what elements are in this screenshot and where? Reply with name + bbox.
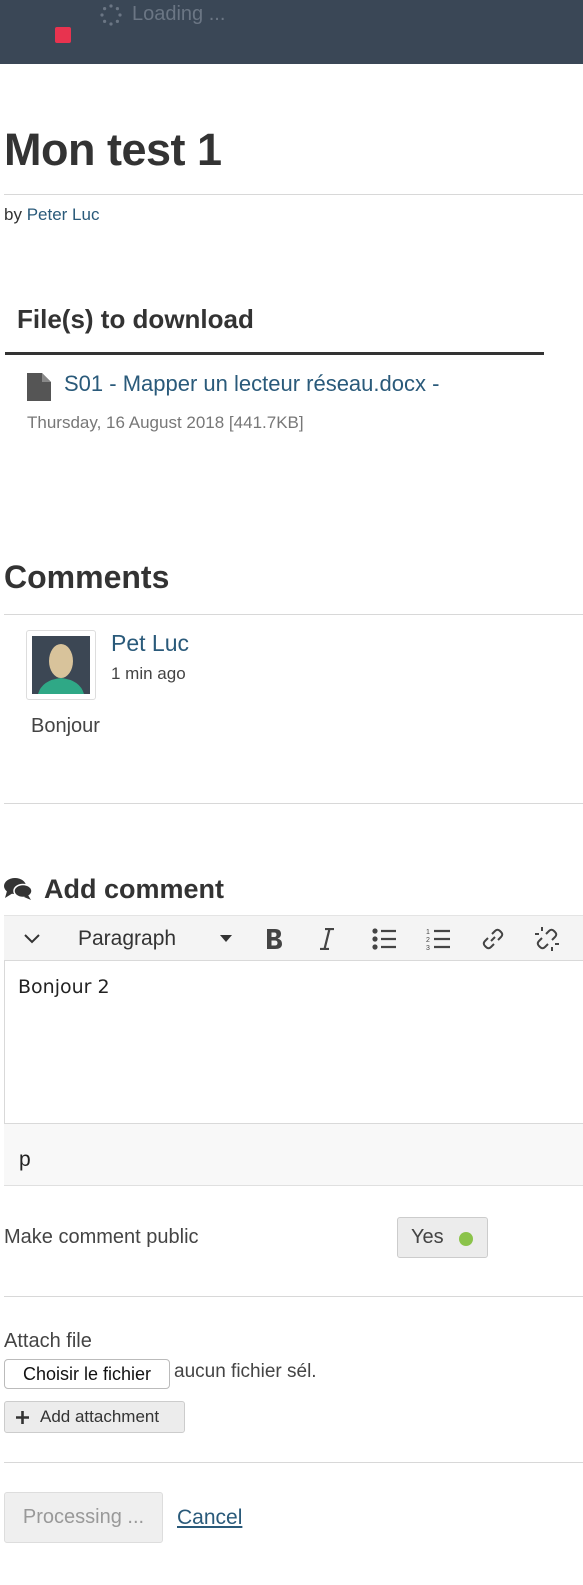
caret-down-icon <box>220 935 232 942</box>
choose-file-button[interactable]: Choisir le fichier <box>4 1359 170 1389</box>
add-attachment-label: Add attachment <box>40 1407 160 1426</box>
format-dropdown-label: Paragraph <box>78 926 177 950</box>
format-dropdown[interactable]: Paragraph <box>74 916 244 961</box>
svg-text:2: 2 <box>426 937 430 944</box>
spinner-icon <box>100 4 122 26</box>
bold-button[interactable] <box>256 916 292 961</box>
editor-toolbar: Paragraph 1 2 3 <box>4 915 583 960</box>
avatar-placeholder-icon <box>32 636 90 694</box>
cancel-link[interactable]: Cancel <box>177 1506 242 1530</box>
unlink-icon <box>535 926 559 951</box>
numbered-list-button[interactable]: 1 2 3 <box>420 916 456 961</box>
bold-icon <box>267 928 282 949</box>
top-bar: Loading ... <box>0 0 583 64</box>
public-comment-toggle[interactable]: Yes <box>397 1217 488 1258</box>
comment-time: 1 min ago <box>111 664 186 683</box>
file-icon <box>27 373 51 401</box>
public-divider <box>4 1296 583 1297</box>
loading-text: Loading ... <box>132 3 226 25</box>
bullet-list-icon <box>372 927 396 950</box>
italic-icon <box>320 927 334 950</box>
public-toggle-label: Yes <box>411 1226 444 1248</box>
comment-editor[interactable]: Bonjour 2 <box>4 960 583 1124</box>
file-meta: Thursday, 16 August 2018 [441.7KB] <box>27 413 304 432</box>
chevron-down-icon <box>24 933 40 943</box>
bullet-list-button[interactable] <box>366 916 402 961</box>
no-file-selected-text: aucun fichier sél. <box>174 1361 317 1382</box>
author-link[interactable]: Peter Luc <box>27 205 100 224</box>
add-comment-label: Add comment <box>44 873 225 904</box>
svg-text:1: 1 <box>426 929 430 936</box>
link-icon <box>482 928 504 949</box>
add-comment-title: Add comment <box>4 872 224 906</box>
italic-button[interactable] <box>309 916 345 961</box>
toolbar-collapse-button[interactable] <box>14 916 50 961</box>
byline-prefix: by <box>4 205 22 224</box>
plus-icon <box>16 1410 29 1424</box>
attach-file-label: Attach file <box>4 1330 92 1352</box>
notification-marker <box>55 27 71 43</box>
comment-end-divider <box>4 803 583 804</box>
comment-author-link[interactable]: Pet Luc <box>111 630 189 657</box>
numbered-list-icon: 1 2 3 <box>426 929 450 951</box>
comments-divider <box>4 614 583 615</box>
link-button[interactable] <box>475 916 511 961</box>
avatar[interactable] <box>26 630 96 700</box>
editor-content[interactable]: Bonjour 2 <box>18 976 110 998</box>
title-divider <box>4 194 583 195</box>
comments-section-title: Comments <box>4 559 170 595</box>
comment-body: Bonjour <box>31 715 100 737</box>
attach-divider <box>4 1462 583 1463</box>
comments-icon <box>4 878 32 900</box>
submit-comment-button[interactable]: Processing ... <box>4 1492 163 1543</box>
unlink-button[interactable] <box>529 916 565 961</box>
page-title: Mon test 1 <box>4 124 222 175</box>
files-section-title: File(s) to download <box>17 304 254 334</box>
element-path[interactable]: p <box>19 1148 31 1172</box>
file-download-link[interactable]: S01 - Mapper un lecteur réseau.docx - <box>64 371 439 397</box>
svg-text:3: 3 <box>426 945 430 951</box>
public-comment-label: Make comment public <box>4 1226 199 1248</box>
toggle-status-indicator <box>459 1232 473 1246</box>
add-attachment-button[interactable]: Add attachment <box>4 1401 185 1433</box>
files-divider <box>5 352 544 355</box>
byline: by Peter Luc <box>4 205 99 225</box>
editor-statusbar: p <box>4 1124 583 1186</box>
